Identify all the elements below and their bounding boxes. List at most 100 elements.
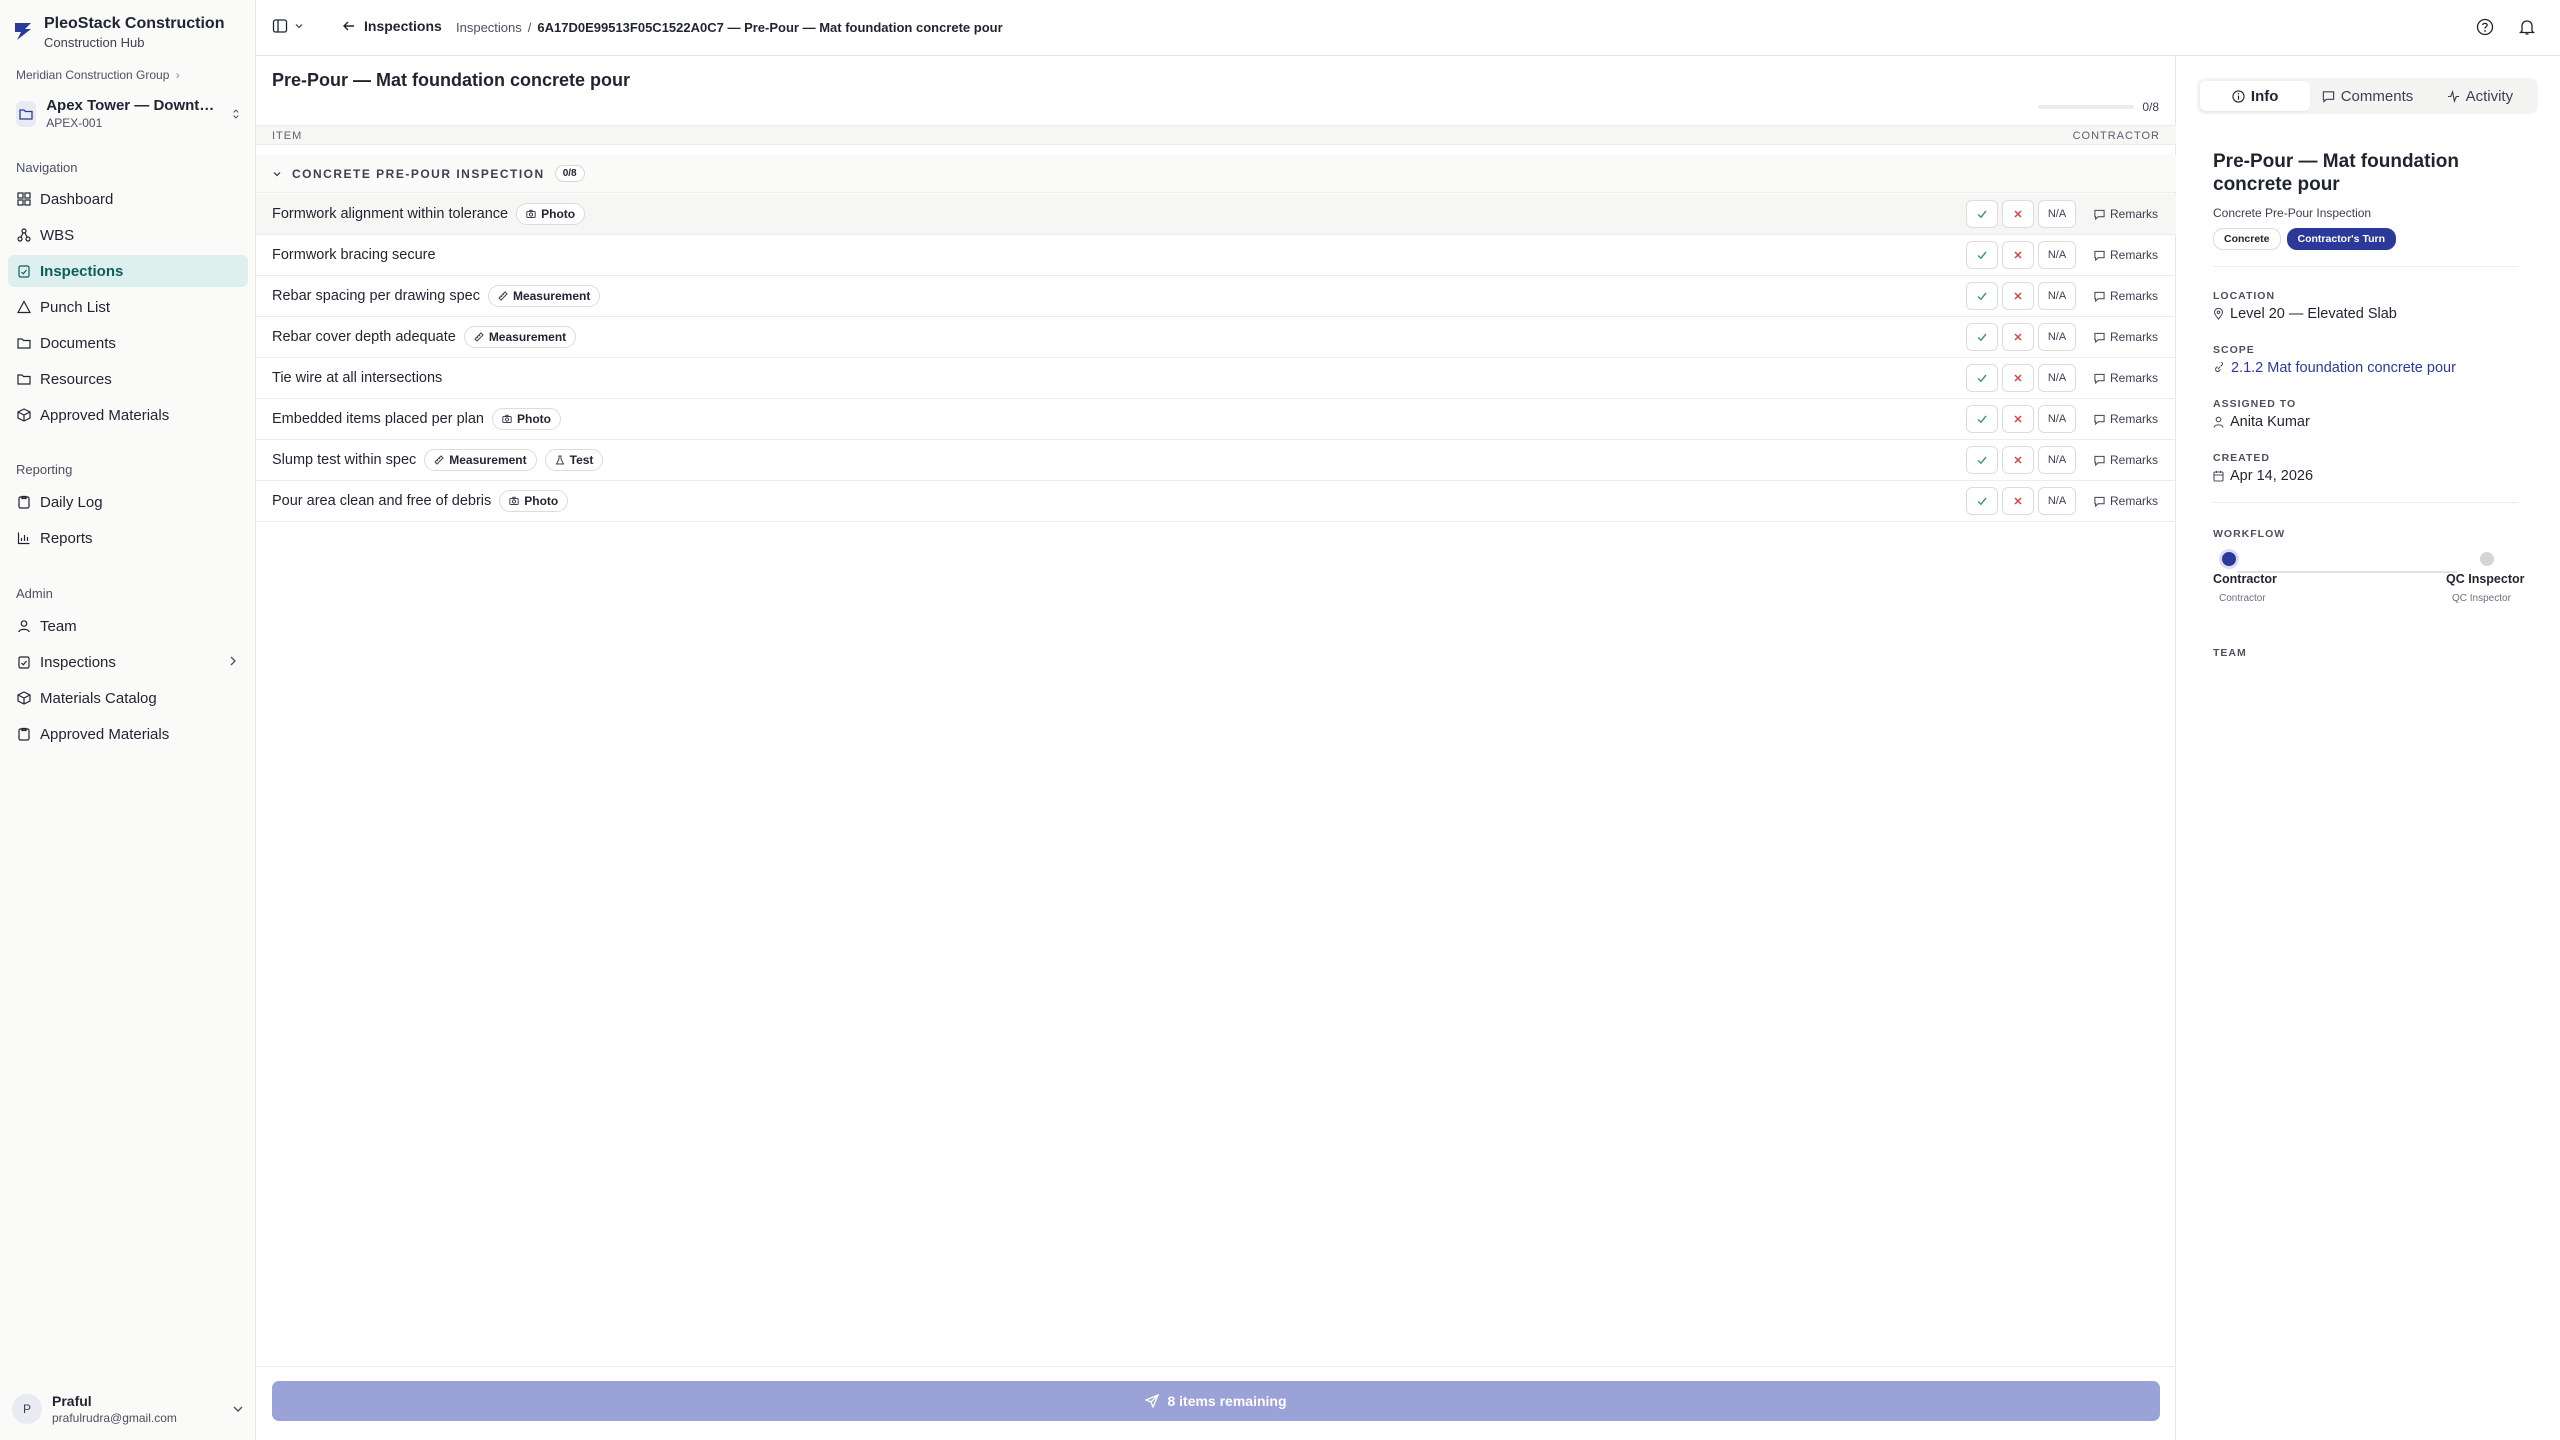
remarks-label: Remarks [2110, 412, 2159, 426]
check-icon [1977, 374, 1987, 383]
brand-logo-icon [15, 23, 31, 40]
message-icon [2094, 455, 2105, 466]
pass-button[interactable] [1966, 323, 1998, 351]
pass-button[interactable] [1966, 487, 1998, 515]
brand[interactable]: PleoStack Construction Construction Hub [12, 14, 224, 51]
fail-button[interactable] [2002, 405, 2034, 433]
created-text: Apr 14, 2026 [2230, 468, 2314, 484]
item-label: Rebar cover depth adequate [272, 329, 456, 345]
sidebar-item-punch-list[interactable]: Punch List [8, 291, 248, 323]
requirement-tag: Measurement [463, 326, 577, 348]
x-icon [2014, 374, 2022, 382]
fail-button[interactable] [2002, 200, 2034, 228]
tag-label: Photo [517, 412, 551, 426]
sidebar-item-label: Team [40, 617, 77, 635]
pass-button[interactable] [1966, 200, 1998, 228]
fail-button[interactable] [2002, 282, 2034, 310]
fail-button[interactable] [2002, 487, 2034, 515]
org-switcher[interactable]: Meridian Construction Group › [16, 68, 180, 82]
tab-info[interactable]: Info [2200, 81, 2311, 111]
checklist-row: Formwork bracing secure N/A Remarks [256, 235, 2176, 276]
checklist-row: Tie wire at all intersections N/A Remarks [256, 358, 2176, 399]
sidebar-item-inspections[interactable]: Inspections [8, 255, 248, 287]
sidebar-item-approved-materials[interactable]: Approved Materials [8, 399, 248, 431]
fail-button[interactable] [2002, 323, 2034, 351]
remarks-button[interactable]: Remarks [2094, 330, 2160, 344]
breadcrumb-current: 6A17D0E99513F05C1522A0C7 — Pre-Pour — Ma… [537, 20, 1003, 35]
sidebar-item-team[interactable]: Team [8, 610, 248, 642]
checklist-row: Rebar cover depth adequate Measurement N/A… [256, 317, 2176, 358]
send-icon [1145, 1394, 1160, 1408]
na-button[interactable]: N/A [2038, 241, 2076, 269]
na-button[interactable]: N/A [2038, 487, 2076, 515]
group-title: CONCRETE PRE-POUR INSPECTION [292, 166, 545, 181]
tab-comments[interactable]: Comments [2312, 81, 2422, 111]
remarks-button[interactable]: Remarks [2094, 289, 2160, 303]
pass-button[interactable] [1966, 446, 1998, 474]
item-label: Formwork bracing secure [272, 247, 436, 263]
ruler-icon [474, 332, 484, 342]
fail-button[interactable] [2002, 364, 2034, 392]
sidebar-item-label: Approved Materials [40, 406, 170, 424]
submit-button[interactable]: 8 items remaining [272, 1381, 2160, 1421]
sidebar-item-materials-catalog[interactable]: Materials Catalog [8, 682, 248, 714]
sidebar-item-daily-log[interactable]: Daily Log [8, 486, 248, 518]
pass-button[interactable] [1966, 241, 1998, 269]
na-button[interactable]: N/A [2038, 200, 2076, 228]
tab-activity[interactable]: Activity [2425, 81, 2535, 111]
created-label: CREATED [2213, 452, 2270, 464]
sidebar-item-dashboard[interactable]: Dashboard [8, 183, 248, 215]
bell-icon[interactable] [2518, 18, 2536, 36]
na-button[interactable]: N/A [2038, 364, 2076, 392]
sidebar-toggle-button[interactable] [272, 18, 304, 34]
sidebar-item-wbs[interactable]: WBS [8, 219, 248, 251]
remarks-button[interactable]: Remarks [2094, 207, 2160, 221]
workflow-step-name: QC Inspector [2446, 572, 2525, 586]
x-icon [2014, 497, 2022, 505]
sidebar-item-reports[interactable]: Reports [8, 522, 248, 554]
project-switcher[interactable]: Apex Tower — Downtow... APEX-001 [8, 92, 248, 136]
message-icon [2094, 373, 2105, 384]
fail-button[interactable] [2002, 241, 2034, 269]
progress-text: 0/8 [2142, 100, 2159, 114]
sidebar-item-documents[interactable]: Documents [8, 327, 248, 359]
chevron-down-icon[interactable] [272, 169, 282, 179]
back-button[interactable]: Inspections [342, 18, 442, 34]
tab-label: Info [2250, 87, 2279, 105]
project-code: APEX-001 [46, 116, 103, 130]
na-button[interactable]: N/A [2038, 446, 2076, 474]
pass-button[interactable] [1966, 405, 1998, 433]
pass-button[interactable] [1966, 282, 1998, 310]
na-button[interactable]: N/A [2038, 405, 2076, 433]
user-icon [2213, 416, 2224, 428]
sidebar-item-admin-inspections[interactable]: Inspections [8, 646, 248, 678]
sidebar-item-label: Punch List [40, 298, 111, 316]
scope-text: 2.1.2 Mat foundation concrete pour [2231, 360, 2456, 376]
column-header-contractor: CONTRACTOR [2072, 130, 2160, 142]
na-button[interactable]: N/A [2038, 323, 2076, 351]
panel-subtitle: Concrete Pre-Pour Inspection [2213, 206, 2372, 220]
pass-button[interactable] [1966, 364, 1998, 392]
na-button[interactable]: N/A [2038, 282, 2076, 310]
progress-bar [2038, 105, 2135, 109]
scope-link[interactable]: 2.1.2 Mat foundation concrete pour [2213, 360, 2456, 376]
checklist-group-header[interactable]: CONCRETE PRE-POUR INSPECTION 0/8 [256, 155, 2176, 193]
remarks-button[interactable]: Remarks [2094, 248, 2160, 262]
user-icon [16, 618, 32, 634]
sidebar-item-resources[interactable]: Resources [8, 363, 248, 395]
page-title: Pre-Pour — Mat foundation concrete pour [272, 70, 631, 90]
sidebar-item-admin-approved-materials[interactable]: Approved Materials [8, 718, 248, 750]
remarks-button[interactable]: Remarks [2094, 412, 2160, 426]
camera-icon [502, 414, 512, 424]
brand-name: PleoStack Construction [44, 15, 225, 32]
message-icon [2094, 496, 2105, 507]
remarks-button[interactable]: Remarks [2094, 371, 2160, 385]
fail-button[interactable] [2002, 446, 2034, 474]
clipboard-icon [16, 494, 32, 510]
user-menu[interactable]: P Praful prafulrudra@gmail.com [8, 1388, 248, 1430]
check-icon [1977, 333, 1987, 342]
help-circle-icon[interactable] [2476, 18, 2494, 36]
breadcrumb-parent[interactable]: Inspections [456, 20, 522, 35]
remarks-button[interactable]: Remarks [2094, 494, 2160, 508]
remarks-button[interactable]: Remarks [2094, 453, 2160, 467]
